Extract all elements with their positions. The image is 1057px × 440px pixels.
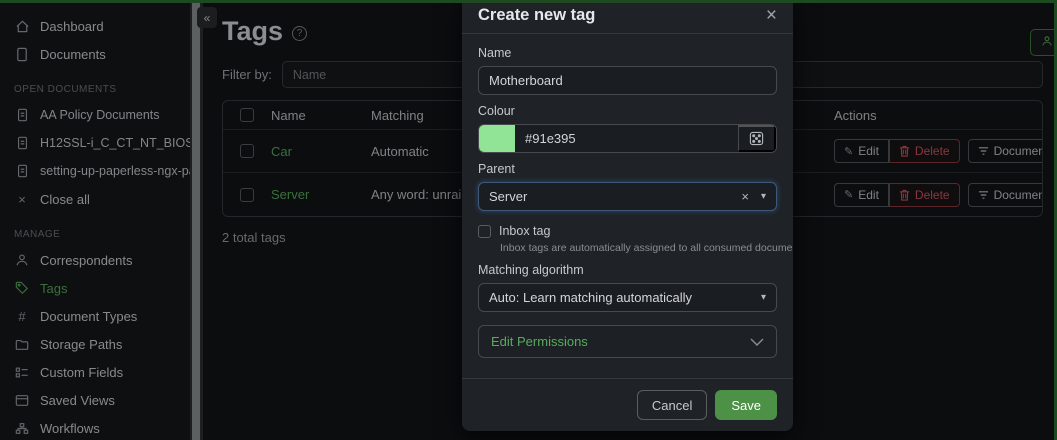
chevron-down-icon [750,338,764,346]
parent-select-value: Server [489,189,741,204]
cancel-button[interactable]: Cancel [637,390,707,420]
colour-input[interactable] [515,125,738,152]
clear-icon[interactable]: × [741,189,749,204]
parent-select[interactable]: Server × ▾ [478,182,777,211]
save-button[interactable]: Save [715,390,777,420]
app-root: Dashboard Documents OPEN DOCUMENTS AA Po… [0,0,1057,440]
colour-label: Colour [478,104,777,118]
create-tag-modal: Create new tag × Name Colour Parent Serv… [462,0,793,431]
chevron-down-icon: ▾ [761,191,766,202]
tag-name-input[interactable] [478,66,777,95]
inbox-tag-checkbox[interactable] [478,225,491,238]
colour-swatch [479,125,515,152]
inbox-tag-hint: Inbox tags are automatically assigned to… [500,242,777,254]
matching-algorithm-select[interactable]: Auto: Learn matching automatically ▾ [478,283,777,312]
matching-algorithm-label: Matching algorithm [478,263,777,277]
name-label: Name [478,46,777,60]
dice-icon [749,131,764,146]
modal-title: Create new tag [478,6,595,25]
modal-close-icon[interactable]: × [766,6,777,25]
inbox-tag-label: Inbox tag [499,224,550,238]
edit-permissions-toggle[interactable]: Edit Permissions [478,325,777,358]
parent-label: Parent [478,162,777,176]
edit-permissions-label: Edit Permissions [491,334,588,349]
matching-algorithm-value: Auto: Learn matching automatically [489,290,761,305]
chevron-down-icon: ▾ [761,292,766,303]
frame-top-border [0,0,1057,3]
random-colour-button[interactable] [738,125,776,152]
